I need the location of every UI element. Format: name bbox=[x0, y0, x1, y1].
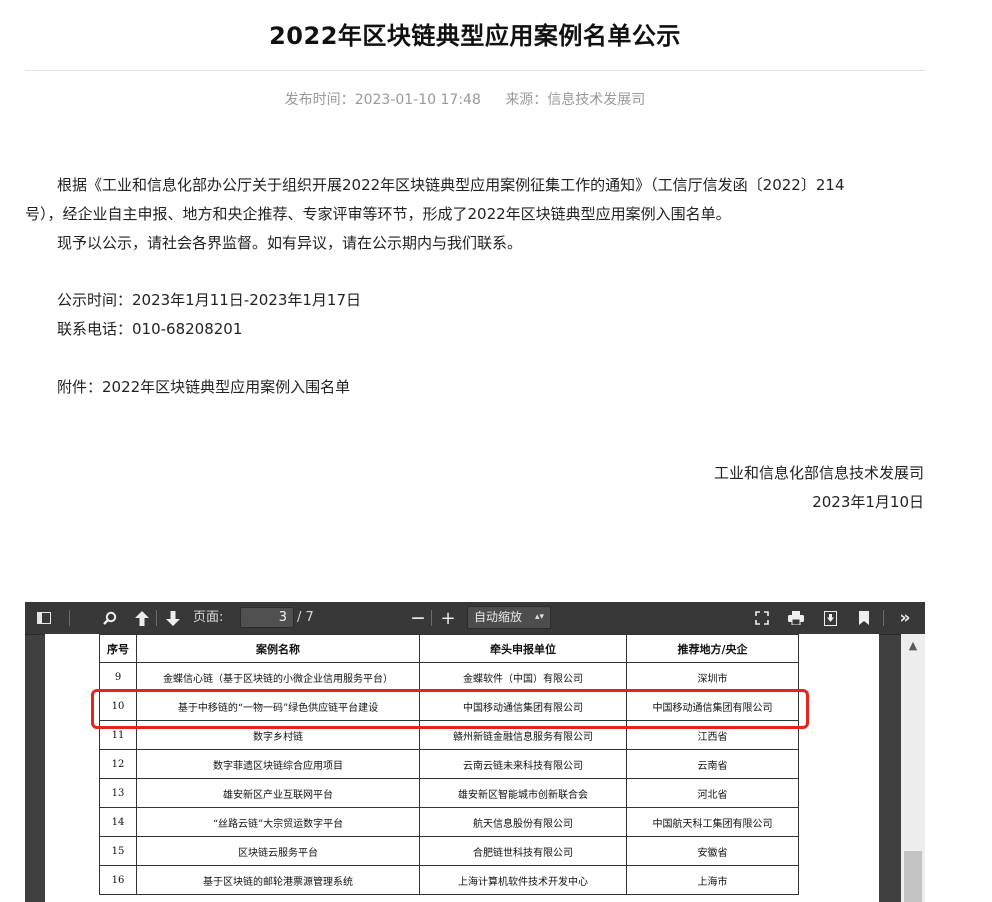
table-row: 16 基于区块链的邮轮港票源管理系统 上海计算机软件技术开发中心 上海市 bbox=[99, 865, 799, 895]
table-row: 13 雄安新区产业互联网平台 雄安新区智能城市创新联合会 河北省 bbox=[99, 778, 799, 808]
page-label: 页面: bbox=[193, 610, 224, 625]
row-case-name: 基于区块链的邮轮港票源管理系统 bbox=[136, 865, 420, 895]
row-index: 15 bbox=[99, 836, 137, 866]
notice-period: 公示时间：2023年1月11日-2023年1月17日 bbox=[57, 291, 362, 309]
row-case-name: 数字菲遗区块链综合应用项目 bbox=[136, 749, 420, 779]
bookmark-icon[interactable] bbox=[853, 602, 875, 634]
tools-menu-icon[interactable]: » bbox=[893, 602, 917, 634]
attachment-link[interactable]: 附件：2022年区块链典型应用案例入围名单 bbox=[57, 376, 350, 397]
toolbar-divider bbox=[883, 610, 884, 626]
row-index: 16 bbox=[99, 865, 137, 895]
page-total: / 7 bbox=[297, 610, 314, 625]
page-number-input[interactable]: 3 bbox=[240, 607, 294, 628]
print-icon[interactable] bbox=[785, 602, 807, 634]
source-name: 信息技术发展司 bbox=[547, 92, 646, 108]
article-title: 2022年区块链典型应用案例名单公示 bbox=[269, 22, 681, 50]
publish-info: 发布时间：2023-01-10 17:48 bbox=[285, 92, 481, 108]
row-applicant: 航天信息股份有限公司 bbox=[419, 807, 627, 837]
row-recommender: 中国航天科工集团有限公司 bbox=[626, 807, 799, 837]
row-index: 13 bbox=[99, 778, 137, 808]
select-arrows-icon: ▴▾ bbox=[534, 612, 544, 622]
row-case-name: 金蝶信心链（基于区块链的小微企业信用服务平台） bbox=[136, 662, 420, 692]
toolbar-divider bbox=[69, 610, 70, 626]
scrollbar-thumb[interactable] bbox=[904, 851, 922, 902]
zoom-out-button[interactable]: — bbox=[409, 602, 427, 634]
search-icon[interactable] bbox=[99, 602, 121, 634]
body-line-3: 现予以公示，请社会各界监督。如有异议，请在公示期内与我们联系。 bbox=[57, 234, 523, 252]
previous-page-icon[interactable] bbox=[131, 602, 153, 634]
row-applicant: 云南云链未来科技有限公司 bbox=[419, 749, 627, 779]
source-label: 来源： bbox=[505, 92, 548, 108]
title-divider bbox=[25, 70, 926, 71]
pdf-page: 序号 案例名称 牵头申报单位 推荐地方/央企 9 金蝶信心链（基于区块链的小微企业… bbox=[45, 634, 879, 902]
row-case-name: 区块链云服务平台 bbox=[136, 836, 420, 866]
source-info: 来源：信息技术发展司 bbox=[505, 92, 645, 108]
zoom-in-button[interactable]: + bbox=[439, 602, 457, 634]
table-row: 9 金蝶信心链（基于区块链的小微企业信用服务平台） 金蝶软件（中国）有限公司 深圳市 bbox=[99, 662, 799, 692]
case-table: 序号 案例名称 牵头申报单位 推荐地方/央企 9 金蝶信心链（基于区块链的小微企业… bbox=[99, 634, 799, 895]
next-page-icon[interactable] bbox=[162, 602, 184, 634]
body-line-1: 根据《工业和信息化部办公厅关于组织开展2022年区块链典型应用案例征集工作的通知… bbox=[57, 176, 845, 194]
header-applicant: 牵头申报单位 bbox=[419, 634, 627, 663]
pdf-viewer: 页面: 3 / 7 — + 自动缩放 ▴▾ » 序号 案例名称 牵头申报单位 推… bbox=[25, 602, 925, 902]
row-index: 9 bbox=[99, 662, 137, 692]
toolbar-divider bbox=[156, 610, 157, 626]
scroll-up-icon[interactable]: ▲ bbox=[901, 634, 925, 656]
zoom-value: 自动缩放 bbox=[474, 610, 523, 624]
row-recommender: 云南省 bbox=[626, 749, 799, 779]
body-line-2: 号），经企业自主申报、地方和央企推荐、专家评审等环节，形成了2022年区块链典型… bbox=[25, 205, 731, 223]
row-applicant: 上海计算机软件技术开发中心 bbox=[419, 865, 627, 895]
row-recommender: 河北省 bbox=[626, 778, 799, 808]
highlight-annotation bbox=[91, 689, 809, 729]
row-case-name: “丝路云链”大宗贸运数字平台 bbox=[136, 807, 420, 837]
row-applicant: 金蝶软件（中国）有限公司 bbox=[419, 662, 627, 692]
contact-phone: 联系电话：010-68208201 bbox=[57, 320, 243, 338]
publish-time: 2023-01-10 17:48 bbox=[354, 92, 481, 108]
pdf-toolbar: 页面: 3 / 7 — + 自动缩放 ▴▾ » bbox=[25, 602, 925, 635]
table-row: 12 数字菲遗区块链综合应用项目 云南云链未来科技有限公司 云南省 bbox=[99, 749, 799, 779]
table-header-row: 序号 案例名称 牵头申报单位 推荐地方/央企 bbox=[99, 634, 799, 663]
header-index: 序号 bbox=[99, 634, 137, 663]
fullscreen-icon[interactable] bbox=[751, 602, 773, 634]
header-recommender: 推荐地方/央企 bbox=[626, 634, 799, 663]
article-meta: 发布时间：2023-01-10 17:48 来源：信息技术发展司 bbox=[0, 89, 930, 109]
table-row: 15 区块链云服务平台 合肥链世科技有限公司 安徽省 bbox=[99, 836, 799, 866]
row-index: 12 bbox=[99, 749, 137, 779]
row-case-name: 雄安新区产业互联网平台 bbox=[136, 778, 420, 808]
header-case-name: 案例名称 bbox=[136, 634, 420, 663]
download-icon[interactable] bbox=[819, 602, 841, 634]
row-recommender: 深圳市 bbox=[626, 662, 799, 692]
row-index: 14 bbox=[99, 807, 137, 837]
zoom-select[interactable]: 自动缩放 ▴▾ bbox=[467, 606, 551, 629]
row-recommender: 上海市 bbox=[626, 865, 799, 895]
row-applicant: 合肥链世科技有限公司 bbox=[419, 836, 627, 866]
toolbar-divider bbox=[431, 610, 432, 626]
pdf-scrollbar[interactable]: ▲ bbox=[901, 634, 925, 902]
signature-date: 2023年1月10日 bbox=[812, 493, 924, 511]
sidebar-toggle-icon[interactable] bbox=[33, 602, 55, 634]
table-row: 14 “丝路云链”大宗贸运数字平台 航天信息股份有限公司 中国航天科工集团有限公司 bbox=[99, 807, 799, 837]
signature-org: 工业和信息化部信息技术发展司 bbox=[713, 464, 924, 482]
publish-label: 发布时间： bbox=[284, 92, 355, 108]
row-applicant: 雄安新区智能城市创新联合会 bbox=[419, 778, 627, 808]
row-recommender: 安徽省 bbox=[626, 836, 799, 866]
